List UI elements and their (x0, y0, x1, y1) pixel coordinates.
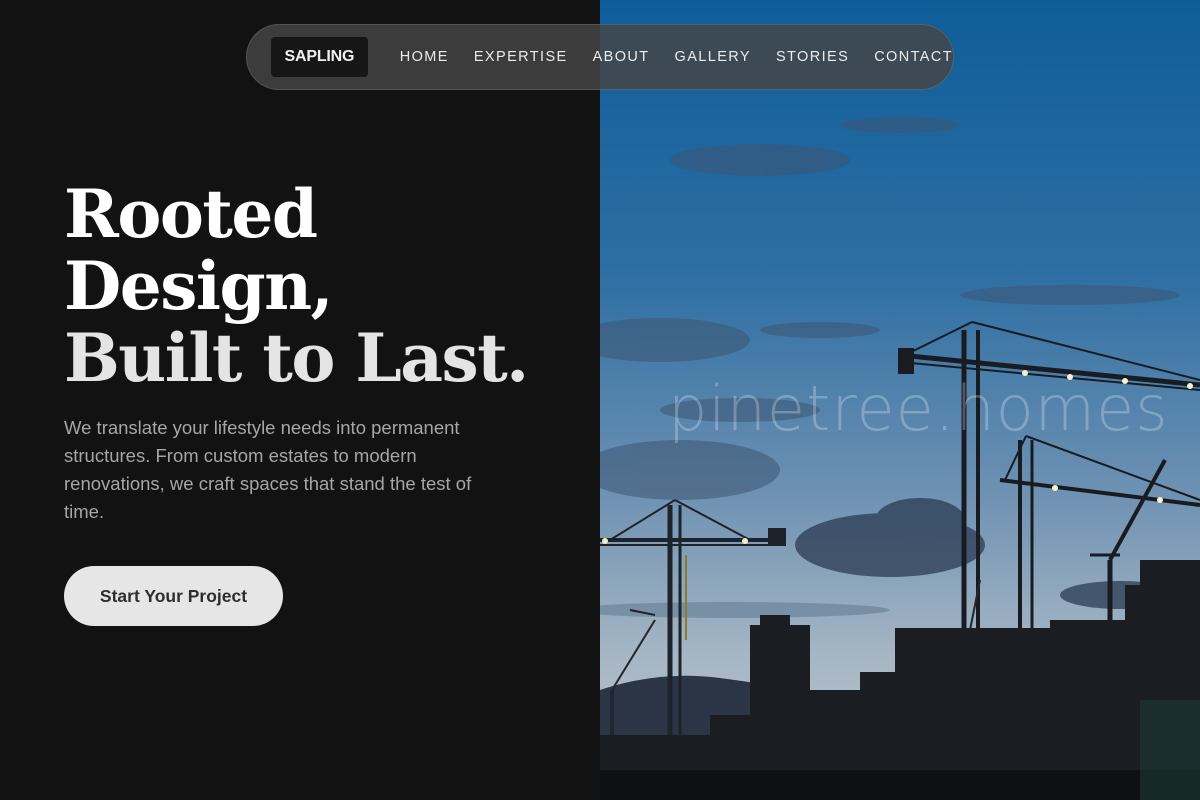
start-project-button[interactable]: Start Your Project (64, 566, 283, 626)
headline-line-1: Rooted (64, 175, 318, 253)
headline-line-2: Design, (64, 247, 334, 325)
brand-logo[interactable]: SAPLING (271, 37, 368, 77)
headline-line-3: Built to Last. (64, 319, 529, 397)
hero-text-panel (0, 0, 600, 800)
nav-link-expertise[interactable]: EXPERTISE (474, 49, 568, 65)
nav-link-contact[interactable]: CONTACT (874, 49, 953, 65)
nav-link-stories[interactable]: STORIES (776, 49, 849, 65)
hero-headline: Rooted Design, Built to Last. (64, 178, 564, 394)
nav-links: HOME EXPERTISE ABOUT GALLERY STORIES CON… (400, 49, 953, 65)
nav-link-home[interactable]: HOME (400, 49, 449, 65)
nav-link-gallery[interactable]: GALLERY (675, 49, 751, 65)
main-navbar: SAPLING HOME EXPERTISE ABOUT GALLERY STO… (246, 24, 954, 90)
nav-link-about[interactable]: ABOUT (593, 49, 650, 65)
hero-description: We translate your lifestyle needs into p… (64, 417, 472, 522)
watermark-text: pinetree.homes (668, 372, 1169, 445)
